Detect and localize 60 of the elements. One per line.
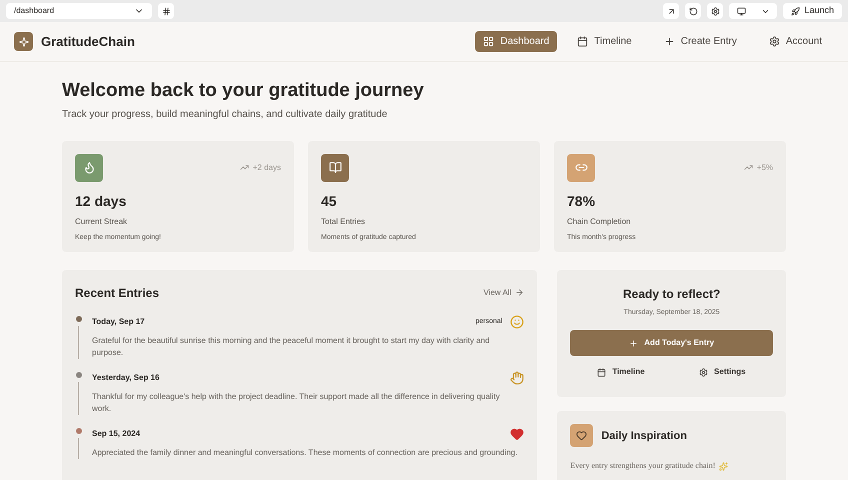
hand-icon	[510, 370, 524, 385]
sparkle-icon	[719, 462, 728, 471]
app-name: GratitudeChain	[41, 32, 135, 51]
add-entry-button[interactable]: Add Today's Entry	[570, 330, 773, 356]
settings-button[interactable]	[707, 3, 724, 19]
rocket-icon	[791, 6, 800, 16]
launch-button[interactable]: Launch	[783, 3, 842, 19]
url-text: /dashboard	[14, 5, 54, 17]
reload-icon	[688, 6, 698, 16]
entry-text: Appreciated the family dinner and meaningful conversations. These moments of connection are precious and grounding.	[92, 446, 518, 459]
monitor-icon	[736, 6, 746, 16]
view-all-link[interactable]: View All	[483, 286, 524, 299]
heart-icon	[510, 426, 524, 441]
settings-icon	[768, 36, 780, 47]
book-icon	[328, 161, 342, 174]
trend-text: +2 days	[252, 162, 281, 174]
hash-button[interactable]	[158, 3, 174, 19]
entry-text: Grateful for the beautiful sunrise this morning and the peaceful moment it brought to start my day with clarity and purpose.	[92, 334, 491, 359]
flame-icon	[82, 161, 96, 174]
trend-text: +5%	[756, 162, 773, 174]
smiley-icon	[510, 314, 524, 329]
stat-value: 78%	[567, 192, 596, 211]
entry-date: Sep 15, 2024	[92, 428, 140, 440]
quick-link[interactable]: Settings	[672, 366, 773, 378]
trend-icon	[240, 163, 249, 172]
nav-tab[interactable]: Account	[756, 31, 834, 52]
settings-icon	[710, 6, 720, 16]
inspiration-text: Every entry strengthens your gratitude chain!	[570, 460, 716, 472]
settings-icon	[699, 368, 708, 377]
stat-label: Chain Completion	[567, 216, 632, 228]
stat-label: Total Entries	[321, 216, 366, 228]
logo-icon	[14, 32, 33, 51]
trend-icon	[744, 163, 753, 172]
plus-icon	[664, 36, 675, 47]
card-title: Recent Entries	[75, 284, 160, 302]
stat-label: Current Streak	[75, 216, 128, 228]
inspiration-title: Daily Inspiration	[601, 428, 687, 444]
page-subtitle: Track your progress, build meaningful chains, and cultivate daily gratitude	[62, 108, 388, 122]
reload-button[interactable]	[685, 3, 702, 19]
entry-date: Today, Sep 17	[92, 316, 145, 328]
open-external-button[interactable]	[663, 3, 680, 19]
grid-icon	[483, 36, 494, 47]
entry-text: Thankful for my colleague's help with the project deadline. Their support made all the difference in delivering quality work.	[92, 390, 501, 415]
stat-value: 45	[321, 192, 338, 211]
url-field[interactable]: /dashboard	[6, 3, 152, 19]
arrow-right-icon	[515, 288, 524, 298]
arrow-up-right-icon	[666, 6, 676, 16]
hash-icon	[162, 6, 170, 16]
stat-value: 12 days	[75, 192, 128, 211]
nav-tab[interactable]: Dashboard	[475, 31, 558, 52]
nav-tab[interactable]: Timeline	[565, 31, 644, 52]
calendar-icon	[577, 36, 588, 47]
calendar-icon	[597, 368, 606, 377]
reflect-title: Ready to reflect?	[622, 286, 720, 303]
nav-tab[interactable]: Create Entry	[652, 31, 749, 52]
plus-icon	[629, 338, 638, 348]
quick-link[interactable]: Timeline	[570, 366, 672, 378]
viewport-button[interactable]	[729, 3, 778, 19]
entry-date: Yesterday, Sep 16	[92, 372, 160, 384]
page-title: Welcome back to your gratitude journey	[62, 79, 425, 103]
